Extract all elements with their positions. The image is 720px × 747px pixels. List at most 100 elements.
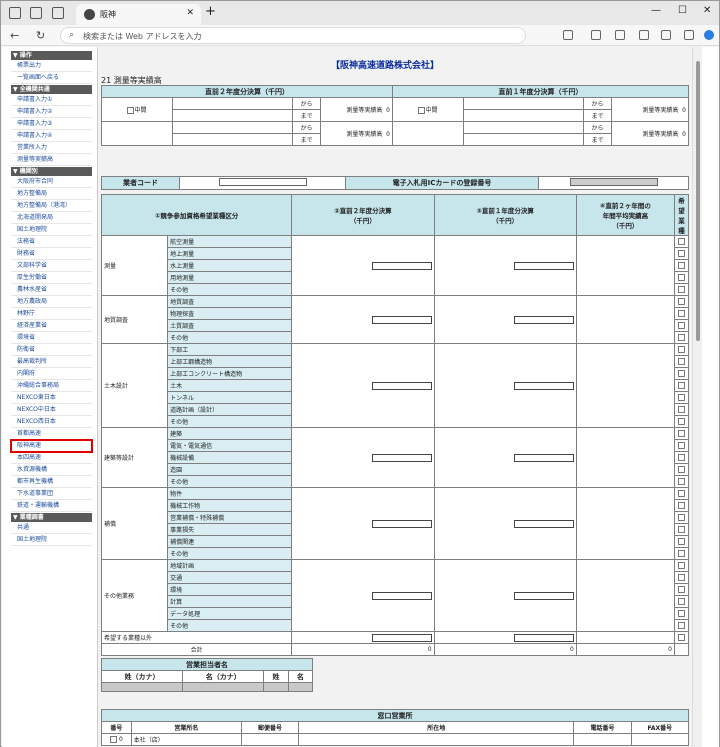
scrollbar-thumb[interactable] <box>696 61 700 341</box>
vendor-code-input[interactable] <box>218 178 307 186</box>
desired-checkbox[interactable] <box>677 250 685 257</box>
desired-checkbox[interactable] <box>677 262 685 269</box>
desired-checkbox[interactable] <box>677 490 685 497</box>
workspaces-icon[interactable] <box>30 7 42 19</box>
sidebar-item[interactable]: NEXCO西日本 <box>11 416 92 428</box>
extensions-icon[interactable] <box>639 30 649 40</box>
grid-amount-input[interactable] <box>513 519 574 528</box>
grid-amount-input[interactable] <box>371 519 432 528</box>
desired-checkbox[interactable] <box>677 634 685 641</box>
sidebar-item[interactable]: 共通 <box>11 522 92 534</box>
close-tab-icon[interactable]: ✕ <box>186 8 194 18</box>
sidebar-item[interactable]: 国土地理院 <box>11 224 92 236</box>
sidebar-item[interactable]: NEXCO東日本 <box>11 392 92 404</box>
tab-active[interactable]: 阪神 ✕ <box>76 4 201 25</box>
sidebar-item[interactable]: 法務省 <box>11 236 92 248</box>
sidebar-item[interactable]: 営業所入力 <box>11 142 92 154</box>
desired-checkbox[interactable] <box>677 238 685 245</box>
grid-amount-input[interactable] <box>513 591 574 600</box>
url-input[interactable]: ⌕ 検索または Web アドレスを入力 <box>60 27 526 44</box>
favorites-bar-icon[interactable] <box>661 30 671 40</box>
sidebar-item[interactable]: 地方農政局 <box>11 296 92 308</box>
split-screen-icon[interactable] <box>563 30 573 40</box>
sidebar-item[interactable]: 経済産業省 <box>11 320 92 332</box>
desired-checkbox[interactable] <box>677 382 685 389</box>
tab-actions-icon[interactable] <box>52 7 64 19</box>
sidebar-item[interactable]: 地方整備局（港湾） <box>11 200 92 212</box>
sidebar-item[interactable]: 農林水産省 <box>11 284 92 296</box>
grid-amount-input[interactable] <box>371 381 432 390</box>
desired-checkbox[interactable] <box>677 622 685 629</box>
sidebar-item[interactable]: 地方整備局 <box>11 188 92 200</box>
sidebar-item[interactable]: 阪神高速 <box>10 439 93 453</box>
sidebar-item[interactable]: 一覧画面へ戻る <box>11 72 92 84</box>
grid-amount-input[interactable] <box>371 591 432 600</box>
sidebar-item[interactable]: 厚生労働省 <box>11 272 92 284</box>
sidebar-item[interactable]: 最高裁判所 <box>11 356 92 368</box>
sidebar-item[interactable]: 申請書入力③ <box>11 118 92 130</box>
desired-checkbox[interactable] <box>677 286 685 293</box>
grid-amount-input[interactable] <box>513 261 574 270</box>
sidebar-item[interactable]: 大阪府市合同 <box>11 176 92 188</box>
sidebar-item[interactable]: 都市再生機構 <box>11 476 92 488</box>
sidebar-item[interactable]: 本四高速 <box>11 452 92 464</box>
sidebar-item[interactable]: 首都高速 <box>11 428 92 440</box>
sidebar-item[interactable]: 環境省 <box>11 332 92 344</box>
copilot-icon[interactable] <box>704 30 714 40</box>
desired-checkbox[interactable] <box>677 502 685 509</box>
desired-checkbox[interactable] <box>677 418 685 425</box>
grid-amount-input[interactable] <box>513 633 574 642</box>
office-checkbox[interactable] <box>110 736 118 743</box>
sidebar-item[interactable]: 内閣府 <box>11 368 92 380</box>
desired-checkbox[interactable] <box>677 370 685 377</box>
desired-checkbox[interactable] <box>677 550 685 557</box>
desired-checkbox[interactable] <box>677 274 685 281</box>
sidebar-item[interactable]: 文部科学省 <box>11 260 92 272</box>
grid-amount-input[interactable] <box>371 633 432 642</box>
desired-checkbox[interactable] <box>677 310 685 317</box>
sidebar-item[interactable]: 水資源機構 <box>11 464 92 476</box>
sidebar-item[interactable]: 下水道事業団 <box>11 488 92 500</box>
grid-amount-input[interactable] <box>513 315 574 324</box>
desired-checkbox[interactable] <box>677 454 685 461</box>
maximize-icon[interactable]: ☐ <box>678 5 687 16</box>
grid-amount-input[interactable] <box>371 315 432 324</box>
sidebar-item[interactable]: 国土地理院 <box>11 534 92 546</box>
desired-checkbox[interactable] <box>677 574 685 581</box>
sidebar-item[interactable]: 沖縄総合事務局 <box>11 380 92 392</box>
desired-checkbox[interactable] <box>677 358 685 365</box>
desired-checkbox[interactable] <box>677 526 685 533</box>
scrollbar[interactable] <box>692 47 702 747</box>
desired-checkbox[interactable] <box>677 346 685 353</box>
grid-amount-input[interactable] <box>371 261 432 270</box>
desired-checkbox[interactable] <box>677 406 685 413</box>
desired-checkbox[interactable] <box>677 442 685 449</box>
more-icon[interactable] <box>684 30 694 40</box>
grid-amount-input[interactable] <box>513 381 574 390</box>
desired-checkbox[interactable] <box>677 514 685 521</box>
desired-checkbox[interactable] <box>677 478 685 485</box>
desired-checkbox[interactable] <box>677 610 685 617</box>
desired-checkbox[interactable] <box>677 394 685 401</box>
grid-amount-input[interactable] <box>371 453 432 462</box>
sidebar-item[interactable]: 申請書入力② <box>11 106 92 118</box>
sidebar-item[interactable]: 財務省 <box>11 248 92 260</box>
back-icon[interactable]: ← <box>10 29 19 42</box>
profile-icon[interactable] <box>9 7 21 19</box>
desired-checkbox[interactable] <box>677 334 685 341</box>
minimize-icon[interactable]: — <box>651 5 661 16</box>
desired-checkbox[interactable] <box>677 562 685 569</box>
grid-amount-input[interactable] <box>513 453 574 462</box>
desired-checkbox[interactable] <box>677 322 685 329</box>
refresh-icon[interactable]: ↻ <box>36 29 45 42</box>
sidebar-item[interactable]: 申請書入力④ <box>11 130 92 142</box>
ic-card-input[interactable] <box>569 178 658 186</box>
favorite-icon[interactable] <box>591 30 601 40</box>
collections-icon[interactable] <box>615 30 625 40</box>
desired-checkbox[interactable] <box>677 298 685 305</box>
sidebar-item[interactable]: 北海道開発局 <box>11 212 92 224</box>
sidebar-item[interactable]: 鉄道・運輸機構 <box>11 500 92 512</box>
window-close-icon[interactable]: ✕ <box>703 5 711 16</box>
sidebar-item[interactable]: 防衛省 <box>11 344 92 356</box>
sidebar-item[interactable]: 林野庁 <box>11 308 92 320</box>
